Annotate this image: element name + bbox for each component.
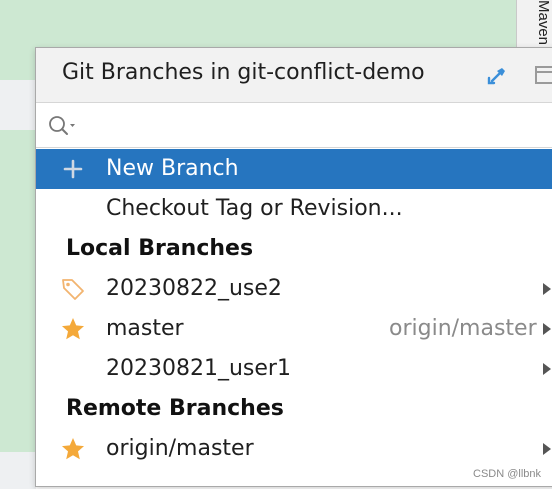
remote-branches-header: Remote Branches <box>66 396 284 421</box>
plus-icon <box>63 159 83 179</box>
checkout-tag-item[interactable]: Checkout Tag or Revision... <box>36 189 552 229</box>
editor-background-left <box>0 130 36 452</box>
branch-search-input[interactable] <box>86 111 526 141</box>
remote-branch-item[interactable]: origin/master <box>36 429 552 469</box>
tag-icon <box>62 279 84 300</box>
maven-side-tab[interactable]: Maven <box>516 0 552 48</box>
branch-search-row <box>36 102 552 148</box>
submenu-arrow-icon <box>543 363 551 375</box>
branch-list: New Branch Checkout Tag or Revision... L… <box>36 149 552 469</box>
branch-name: master <box>106 316 184 341</box>
watermark: CSDN @llbnk <box>473 468 542 480</box>
branch-name: 20230822_use2 <box>106 276 282 301</box>
popup-title: Git Branches in git-conflict-demo <box>62 60 425 85</box>
submenu-arrow-icon <box>543 323 551 335</box>
local-branches-header: Local Branches <box>66 236 254 261</box>
popup-header: Git Branches in git-conflict-demo <box>36 48 552 102</box>
local-branch-item[interactable]: 20230821_user1 <box>36 349 552 389</box>
branch-name: 20230821_user1 <box>106 356 291 381</box>
tracking-branch-label: origin/master <box>389 316 537 341</box>
star-icon <box>62 318 84 340</box>
local-branch-item[interactable]: master origin/master <box>36 309 552 349</box>
pin-icon[interactable] <box>484 62 510 88</box>
search-icon[interactable] <box>46 113 80 139</box>
submenu-arrow-icon <box>543 443 551 455</box>
local-branch-item[interactable]: 20230822_use2 <box>36 269 552 309</box>
editor-bottom-strip <box>0 452 36 489</box>
git-branches-popup: Git Branches in git-conflict-demo New Br… <box>35 47 552 487</box>
new-branch-label: New Branch <box>106 156 239 181</box>
maven-side-tab-label: Maven <box>534 0 552 46</box>
checkout-tag-label: Checkout Tag or Revision... <box>106 196 403 221</box>
star-icon <box>62 438 84 460</box>
submenu-arrow-icon <box>543 283 551 295</box>
window-settings-icon[interactable] <box>532 62 552 88</box>
editor-tab-strip <box>0 80 36 130</box>
branch-name: origin/master <box>106 436 254 461</box>
new-branch-item[interactable]: New Branch <box>36 149 552 189</box>
